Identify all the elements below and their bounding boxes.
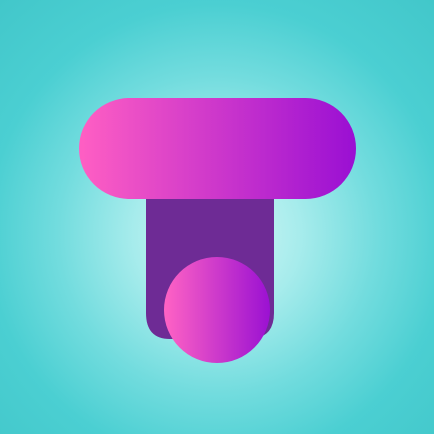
logo-mark [79,98,356,363]
app-icon-canvas [0,0,434,434]
logo-bottom-ball [164,257,270,363]
letter-t-logo-icon [79,98,356,363]
logo-top-bar [79,98,356,199]
